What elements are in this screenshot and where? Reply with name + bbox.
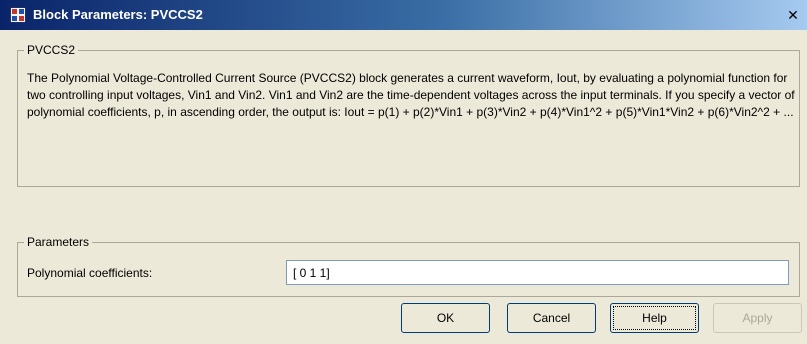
window-title: Block Parameters: PVCCS2 [33,7,203,22]
parameters-group-title: Parameters [24,235,93,249]
block-description: The Polynomial Voltage-Controlled Curren… [27,71,795,119]
block-group-title: PVCCS2 [24,43,79,57]
help-button[interactable]: Help [610,303,699,333]
title-bar[interactable]: Block Parameters: PVCCS2 ✕ [0,0,807,30]
simulink-block-icon [10,7,26,23]
block-parameters-dialog: Block Parameters: PVCCS2 ✕ PVCCS2 The Po… [0,0,807,344]
polynomial-coefficients-label: Polynomial coefficients: [27,266,153,280]
close-icon[interactable]: ✕ [786,9,800,23]
cancel-button[interactable]: Cancel [507,303,596,333]
ok-button[interactable]: OK [401,303,490,333]
apply-button[interactable]: Apply [713,303,802,333]
polynomial-coefficients-input[interactable] [286,260,789,285]
